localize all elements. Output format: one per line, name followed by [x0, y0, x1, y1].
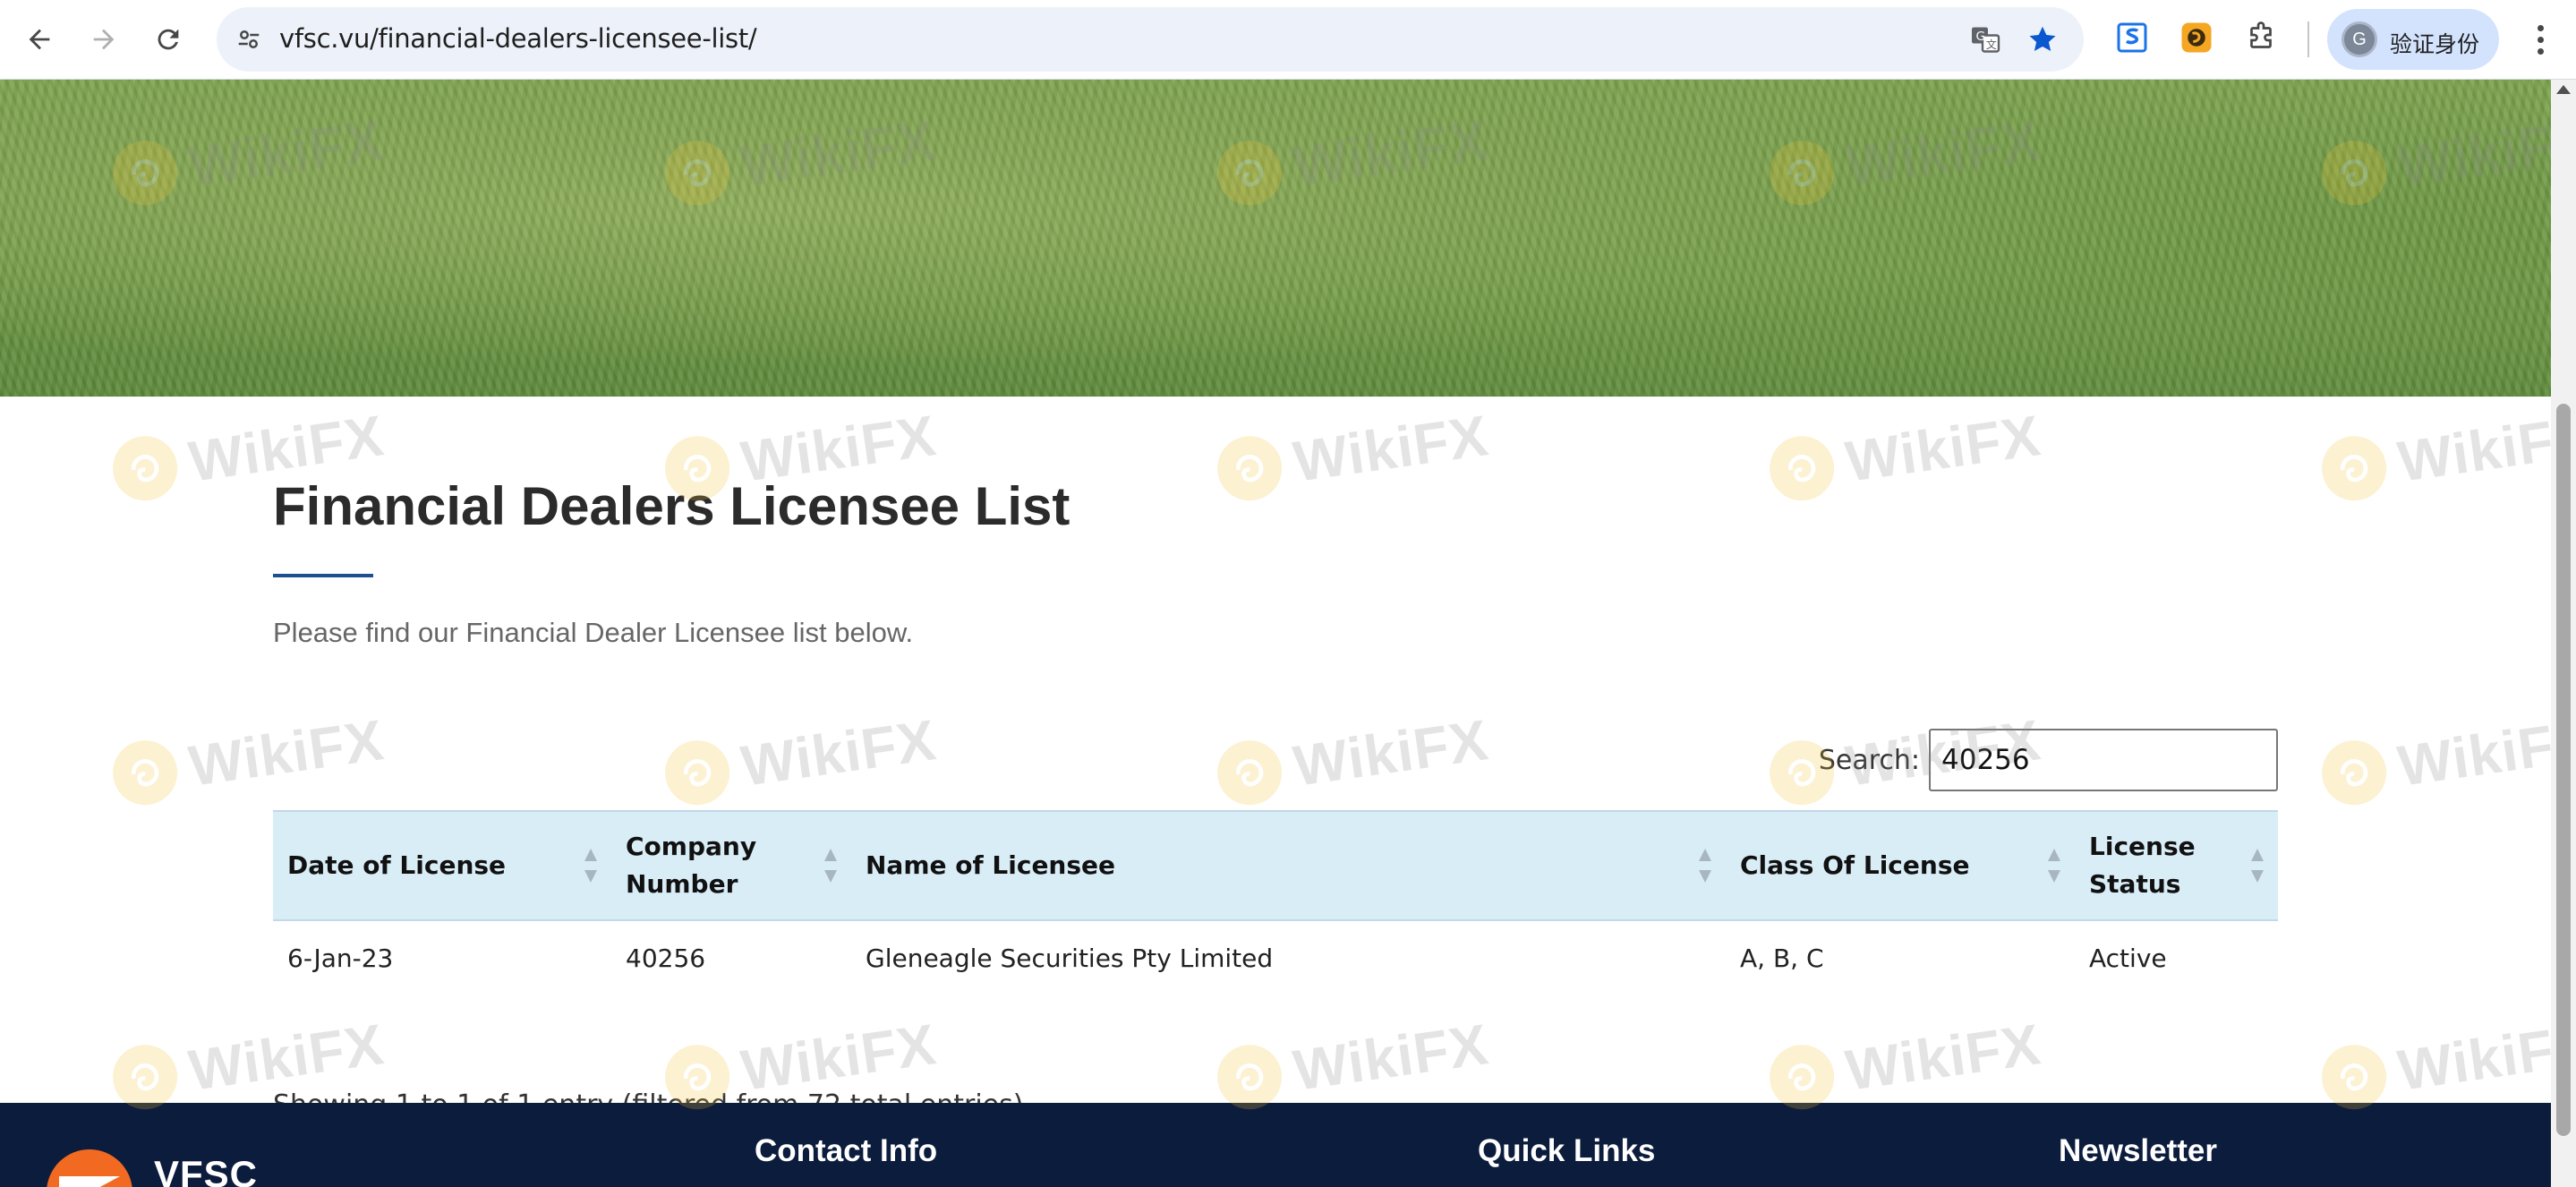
forward-button[interactable]	[79, 14, 129, 64]
translate-icon: G 文	[1972, 27, 2000, 53]
vfsc-logo-icon	[47, 1149, 132, 1187]
sort-both-icon	[1699, 849, 1711, 883]
sort-both-icon	[2048, 849, 2060, 883]
search-label: Search:	[1818, 744, 1920, 776]
back-button[interactable]	[14, 14, 64, 64]
column-header-company-number[interactable]: Company Number	[611, 810, 851, 921]
kebab-menu-icon	[2537, 24, 2544, 31]
licensee-table: Date of License Company Number Name of L…	[273, 810, 2278, 995]
page-title: Financial Dealers Licensee List	[273, 476, 1070, 536]
column-header-date[interactable]: Date of License	[273, 810, 611, 921]
site-footer: VFSC Contact Info Quick Links Newsletter	[0, 1103, 2551, 1187]
extensions-button[interactable]	[2241, 18, 2281, 57]
profile-avatar-icon: G	[2341, 21, 2377, 57]
tune-icon	[238, 30, 260, 48]
table-row: 6-Jan-23 40256 Gleneagle Securities Pty …	[273, 920, 2278, 995]
orange-extension-icon	[2181, 22, 2212, 53]
footer-contact-heading: Contact Info	[755, 1133, 938, 1168]
puzzle-icon	[2250, 21, 2272, 48]
footer-logo-text: VFSC	[154, 1153, 259, 1187]
footer-quick-links-heading: Quick Links	[1478, 1133, 1656, 1168]
column-header-status[interactable]: License Status	[2075, 810, 2278, 921]
arrow-right-icon	[93, 29, 115, 50]
table-header-row: Date of License Company Number Name of L…	[273, 810, 2278, 921]
table-search: Search:	[1819, 728, 2278, 792]
site-info-button[interactable]	[229, 20, 269, 59]
page-scrollbar[interactable]	[2551, 80, 2576, 1187]
reload-icon	[158, 29, 179, 50]
column-header-class[interactable]: Class Of License	[1726, 810, 2075, 921]
s-extension-icon	[2117, 22, 2147, 53]
svg-text:文: 文	[1986, 38, 1997, 51]
translate-button[interactable]: G 文	[1967, 21, 2003, 57]
scroll-thumb[interactable]	[2556, 404, 2571, 1136]
url-text[interactable]: vfsc.vu/financial-dealers-licensee-list/	[279, 23, 757, 54]
browser-menu-button[interactable]	[2522, 18, 2558, 61]
sort-both-icon	[584, 849, 597, 883]
cell-name: Gleneagle Securities Pty Limited	[866, 943, 1274, 973]
address-bar[interactable]: vfsc.vu/financial-dealers-licensee-list/…	[217, 7, 2084, 72]
orange-extension-button[interactable]	[2177, 18, 2216, 57]
bookmark-button[interactable]	[2025, 21, 2060, 57]
hero-grass-image	[0, 80, 2551, 397]
cell-company-number: 40256	[626, 943, 706, 973]
toolbar-divider	[2307, 21, 2309, 57]
reload-button[interactable]	[143, 14, 193, 64]
star-icon	[2029, 26, 2056, 52]
browser-toolbar: vfsc.vu/financial-dealers-licensee-list/…	[0, 0, 2576, 80]
profile-label: 验证身份	[2390, 31, 2480, 57]
sort-both-icon	[824, 849, 837, 883]
search-input[interactable]	[1929, 729, 2278, 791]
column-header-name[interactable]: Name of Licensee	[851, 810, 1726, 921]
profile-button[interactable]: G 验证身份	[2327, 9, 2499, 70]
cell-date: 6-Jan-23	[287, 943, 394, 973]
cell-status: Active	[2089, 943, 2167, 973]
scroll-up-arrow-icon[interactable]	[2556, 85, 2571, 94]
arrow-left-icon	[29, 29, 50, 50]
sort-both-icon	[2251, 849, 2264, 883]
page-viewport: Financial Dealers Licensee List Please f…	[0, 80, 2551, 1187]
page-intro: Please find our Financial Dealer License…	[273, 617, 914, 648]
cell-class: A, B, C	[1740, 943, 1824, 973]
svg-text:G: G	[1976, 30, 1985, 44]
s-extension-button[interactable]	[2112, 18, 2152, 57]
title-underline	[273, 574, 373, 577]
footer-newsletter-heading: Newsletter	[2059, 1133, 2218, 1168]
